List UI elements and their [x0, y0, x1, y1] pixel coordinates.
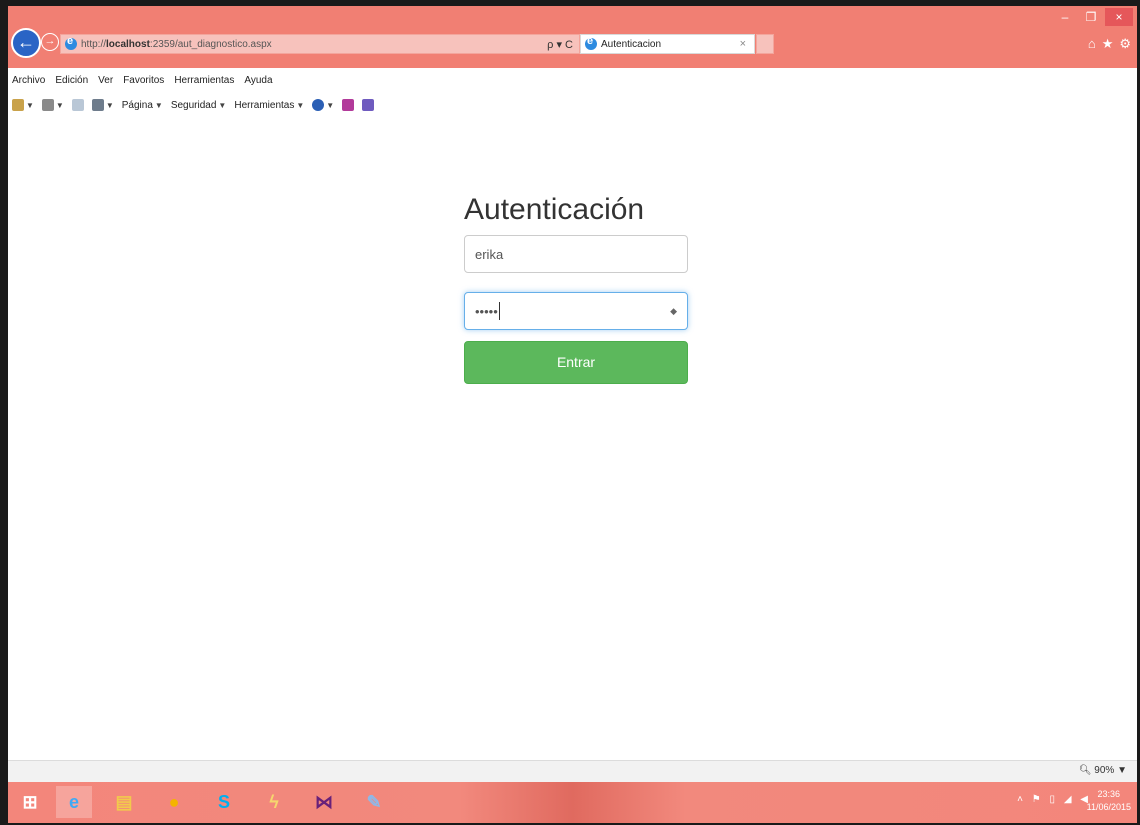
paint-icon: ✎	[366, 791, 382, 812]
minimize-button[interactable]: –	[1053, 8, 1077, 26]
reveal-password-icon[interactable]: ◆	[670, 306, 677, 317]
skype-icon: S	[217, 791, 230, 812]
status-bar: 🔍︎ 90% ▼	[8, 760, 1137, 782]
windows-taskbar: ⊞ e ▤ ● S ϟ ⋈ ✎ ˄ ⚑ ▯ ◢ ◀ 23:36 11/06/20…	[8, 782, 1137, 823]
taskbar-winamp[interactable]: ϟ	[256, 786, 292, 818]
username-input[interactable]: erika	[464, 235, 688, 273]
taskbar-clock[interactable]: 23:36 11/06/2015	[1087, 788, 1131, 814]
security-menu-button[interactable]: Seguridad ▼	[171, 100, 227, 111]
username-value: erika	[475, 246, 504, 262]
url-path: :2359/aut_diagnostico.aspx	[149, 38, 272, 50]
password-input[interactable]: ••••• ◆	[464, 292, 688, 330]
chrome-icon: ●	[168, 791, 180, 812]
taskbar-chrome[interactable]: ●	[156, 786, 192, 818]
taskbar-visual-studio[interactable]: ⋈	[306, 786, 342, 818]
ie-favicon-icon	[65, 35, 77, 50]
tab-autenticacion[interactable]: Autenticacion ×	[580, 34, 755, 54]
research-icon	[342, 99, 355, 111]
address-bar[interactable]: http://localhost:2359/aut_diagnostico.as…	[60, 34, 580, 54]
menu-item-ver[interactable]: Ver	[98, 75, 113, 86]
taskbar-explorer[interactable]: ▤	[106, 786, 142, 818]
command-bar: ▼ ▼ ▼ Página ▼ Seguridad ▼ Herramientas ▼ ▼	[8, 92, 1137, 118]
network-icon: ◢	[1063, 794, 1075, 805]
home-icon[interactable]: ⌂	[1088, 36, 1096, 52]
tools-menu-button[interactable]: Herramientas ▼	[234, 100, 304, 111]
url-prefix: http://	[81, 38, 107, 50]
tools-menu-label: Herramientas	[234, 99, 295, 111]
entrar-button[interactable]: Entrar	[464, 341, 688, 384]
internet-explorer-icon: e	[68, 791, 79, 812]
tab-title: Autenticacion	[601, 38, 662, 50]
new-tab-button[interactable]	[756, 34, 774, 54]
url-host: localhost	[106, 38, 150, 50]
home-cmd-icon	[12, 99, 24, 111]
back-arrow-icon: ←	[17, 32, 35, 52]
action-center-flag-icon: ⚑	[1031, 794, 1044, 805]
mail-icon	[71, 99, 84, 111]
system-tray[interactable]: ˄ ⚑ ▯ ◢ ◀	[1017, 794, 1091, 805]
search-refresh-controls[interactable]: ρ ▾ C	[547, 38, 573, 51]
menu-bar: Archivo Edición Ver Favoritos Herramient…	[8, 68, 1137, 92]
visual-studio-icon: ⋈	[315, 791, 333, 812]
zoom-caret-icon: ▼	[1117, 765, 1127, 776]
close-tab-icon[interactable]: ×	[740, 38, 746, 50]
password-value: •••••	[475, 303, 498, 319]
close-window-button[interactable]: ×	[1105, 8, 1133, 26]
settings-gear-icon[interactable]: ⚙	[1119, 36, 1131, 52]
menu-item-herramientas[interactable]: Herramientas	[174, 75, 234, 86]
menu-item-favoritos[interactable]: Favoritos	[123, 75, 164, 86]
clock-date: 11/06/2015	[1086, 802, 1131, 812]
zoom-control[interactable]: 🔍︎ 90% ▼	[1079, 765, 1127, 776]
restore-button[interactable]: ❐	[1079, 8, 1103, 26]
battery-icon: ▯	[1049, 794, 1059, 805]
windows-logo-icon: ⊞	[22, 791, 38, 812]
page-menu-button[interactable]: Página ▼	[122, 100, 163, 111]
print-cmd-button[interactable]: ▼	[91, 99, 114, 111]
login-title: Autenticación	[464, 193, 645, 226]
feeds-cmd-button[interactable]: ▼	[41, 99, 64, 111]
zoom-level: 90%	[1094, 765, 1115, 776]
translate-icon	[362, 99, 375, 111]
menu-item-archivo[interactable]: Archivo	[12, 75, 45, 86]
back-button[interactable]: ←	[11, 28, 41, 58]
favorites-star-icon[interactable]: ★	[1102, 36, 1114, 52]
menu-item-edicion[interactable]: Edición	[55, 75, 88, 86]
browser-right-icons: ⌂ ★ ⚙	[1088, 36, 1131, 52]
security-menu-label: Seguridad	[170, 99, 217, 111]
feeds-icon	[41, 99, 54, 111]
taskbar-paint[interactable]: ✎	[356, 786, 392, 818]
ie-tab-icon	[585, 35, 597, 50]
menu-item-ayuda[interactable]: Ayuda	[244, 75, 272, 86]
taskbar-skype[interactable]: S	[206, 786, 242, 818]
forward-arrow-icon: →	[44, 35, 56, 47]
taskbar-ie[interactable]: e	[56, 786, 92, 818]
help-cmd-button[interactable]: ▼	[312, 99, 334, 111]
research-cmd-button[interactable]	[342, 99, 355, 111]
window-controls: – ❐ ×	[1053, 8, 1133, 26]
page-menu-label: Página	[121, 99, 153, 111]
print-icon	[91, 99, 104, 111]
window-frame-left	[0, 0, 8, 825]
file-explorer-icon: ▤	[115, 791, 133, 812]
clock-time: 23:36	[1097, 789, 1121, 799]
zoom-icon: 🔍︎	[1078, 765, 1092, 776]
start-button[interactable]: ⊞	[12, 786, 48, 818]
help-icon	[312, 99, 325, 111]
lightning-icon: ϟ	[269, 791, 279, 812]
translate-cmd-button[interactable]	[362, 99, 375, 111]
tray-arrow-icon: ˄	[1017, 794, 1026, 805]
forward-button[interactable]: →	[41, 33, 59, 51]
home-cmd-button[interactable]: ▼	[12, 99, 34, 111]
mail-cmd-button[interactable]	[71, 99, 84, 111]
browser-titlebar: – ❐ × ← → http://localhost:2359/aut_diag…	[8, 6, 1137, 68]
text-cursor	[498, 302, 500, 320]
